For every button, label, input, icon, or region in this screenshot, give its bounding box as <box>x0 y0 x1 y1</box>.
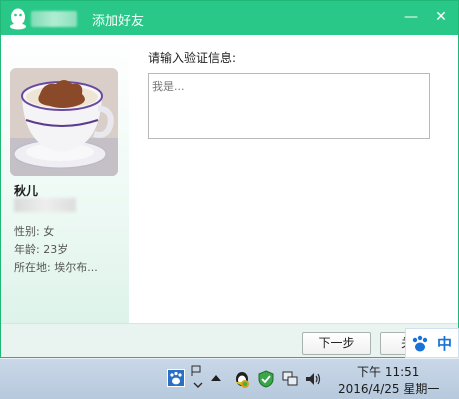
network-icon[interactable] <box>281 370 299 388</box>
next-step-button[interactable]: 下一步 <box>302 332 371 355</box>
security-icon[interactable] <box>257 370 275 388</box>
minimize-button[interactable]: — <box>401 7 421 27</box>
qq-tray-icon[interactable] <box>232 370 252 390</box>
gender-label: 性别: <box>14 225 40 238</box>
age-label: 年龄: <box>14 243 40 256</box>
nickname: 秋儿 <box>14 184 39 198</box>
clock-time[interactable]: 下午 11:51 <box>357 363 419 380</box>
profile-panel: 秋儿 性别: 女 年龄: 23岁 所在地: 埃尔布... <box>1 35 129 323</box>
location-value: 埃尔布... <box>54 261 98 274</box>
paw-icon <box>412 335 428 352</box>
location-label: 所在地: <box>14 261 51 274</box>
dialog-footer: 下一步 关 <box>1 323 458 357</box>
close-button[interactable]: ✕ <box>431 7 451 27</box>
ime-mode-label[interactable]: 中 <box>437 333 452 354</box>
clock-date[interactable]: 2016/4/25 星期一 <box>338 380 439 397</box>
paw-icon[interactable] <box>167 369 185 387</box>
location-row: 所在地: 埃尔布... <box>14 259 98 275</box>
title-bar[interactable]: 添加好友 — ✕ <box>1 1 458 35</box>
blurred-account-id <box>14 198 76 212</box>
verification-message-input[interactable] <box>148 73 430 139</box>
avatar <box>10 68 118 176</box>
add-friend-dialog: 添加好友 — ✕ 秋儿 性别: 女 年龄: 23岁 所在地: 埃尔布... 请输… <box>0 0 459 358</box>
age-row: 年龄: 23岁 <box>14 241 68 257</box>
show-hidden-icon[interactable] <box>210 373 222 383</box>
volume-icon[interactable] <box>304 370 322 388</box>
age-value: 23岁 <box>43 243 69 256</box>
gender-row: 性别: 女 <box>14 223 54 239</box>
chevron-down-icon[interactable] <box>193 381 203 389</box>
blurred-account-name <box>31 11 77 27</box>
verification-prompt: 请输入验证信息: <box>148 51 237 65</box>
gender-value: 女 <box>43 225 55 238</box>
taskbar: 下午 11:51 2016/4/25 星期一 <box>0 358 459 399</box>
ime-toolbar[interactable]: 中 <box>405 328 459 358</box>
qq-logo-icon <box>10 8 26 30</box>
window-title: 添加好友 <box>92 14 145 29</box>
coffee-cup-image <box>10 68 118 176</box>
flag-icon[interactable] <box>191 365 203 377</box>
